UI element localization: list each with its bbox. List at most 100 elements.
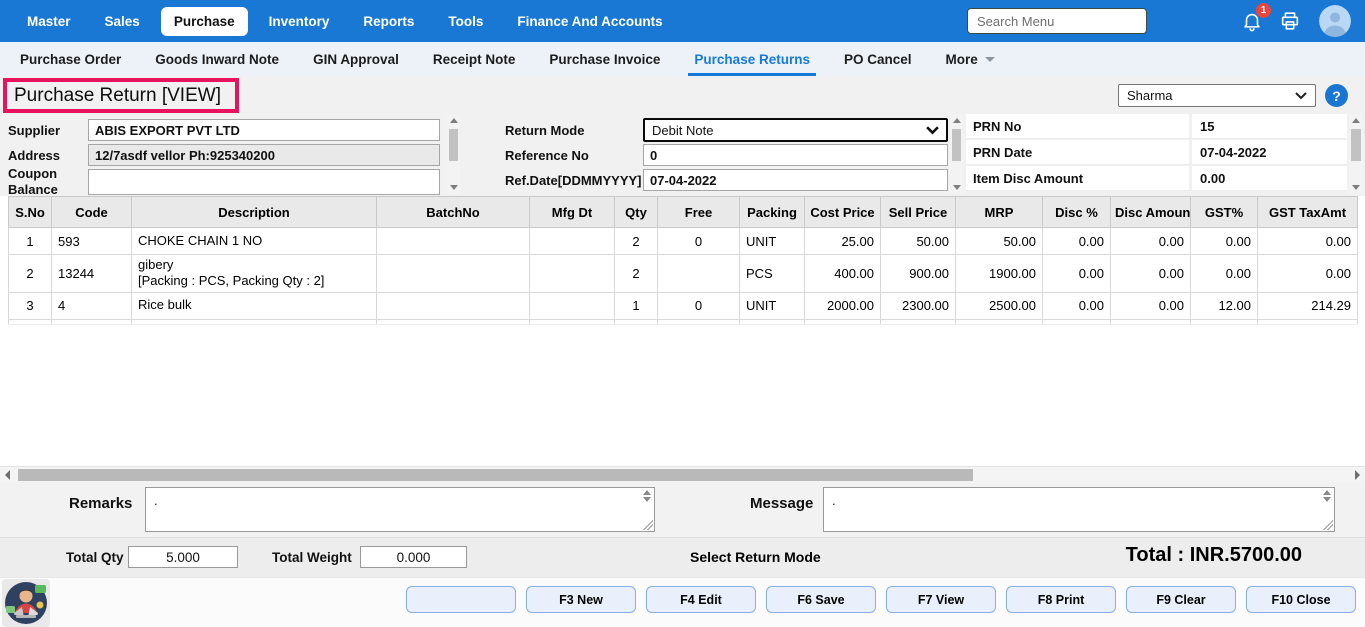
user-avatar[interactable] [1319, 5, 1351, 37]
cell-packing: UNIT [740, 292, 805, 319]
function-button[interactable]: F4 Edit [646, 586, 756, 613]
subnav-tab[interactable]: Goods Inward Note [155, 42, 279, 76]
cell-mfg-dt [530, 255, 615, 293]
message-textarea[interactable]: . [823, 487, 1335, 532]
purchase-subnav: Purchase Order Goods Inward Note GIN Appro… [0, 42, 1365, 76]
remarks-textarea[interactable]: . [145, 487, 655, 532]
spin-up-icon[interactable] [643, 490, 651, 495]
menu-item[interactable]: Inventory [256, 7, 343, 36]
help-button[interactable]: ? [1325, 84, 1348, 107]
function-button[interactable]: F6 Save [766, 586, 876, 613]
menu-item[interactable]: Master [14, 7, 84, 36]
col-sell-price: Sell Price [881, 197, 956, 228]
table-row[interactable]: 3 4 Rice bulk 1 0 UNIT 2000.00 2300.00 2… [9, 292, 1358, 319]
table-row[interactable]: 2 13244 gibery [Packing : PCS, Packing Q… [9, 255, 1358, 293]
scroll-right-icon[interactable] [1355, 470, 1360, 480]
subnav-tab-label: Receipt Note [433, 52, 516, 67]
notifications-button[interactable]: 1 [1241, 10, 1263, 32]
menu-item[interactable]: Tools [435, 7, 496, 36]
function-button[interactable]: F3 New [526, 586, 636, 613]
notes-section: Remarks . Message . [0, 482, 1365, 537]
person-icon [1319, 5, 1351, 37]
col-batchno: BatchNo [377, 197, 530, 228]
spin-down-icon[interactable] [643, 497, 651, 502]
subnav-tab[interactable]: GIN Approval [313, 42, 399, 76]
prn-date-value: 07-04-2022 [1192, 145, 1267, 160]
col-mfg-dt: Mfg Dt [530, 197, 615, 228]
horizontal-scrollbar [0, 466, 1365, 482]
support-chat-icon[interactable] [2, 579, 50, 627]
function-button[interactable]: F10 Close [1246, 586, 1356, 613]
cell-mrp: 1900.00 [956, 255, 1043, 293]
return-mode-select[interactable]: Debit Note [643, 118, 948, 142]
chevron-down-icon [926, 126, 939, 135]
function-button[interactable]: F8 Print [1006, 586, 1116, 613]
resize-grip[interactable] [643, 520, 653, 530]
subnav-tab-label: GIN Approval [313, 52, 399, 67]
spin-down-icon[interactable] [1323, 497, 1331, 502]
cell-qty: 2 [615, 255, 658, 293]
user-dropdown[interactable]: Sharma [1118, 84, 1316, 107]
col-packing: Packing [740, 197, 805, 228]
supplier-field[interactable]: ABIS EXPORT PVT LTD [88, 119, 440, 141]
scrollbar-thumb[interactable] [18, 469, 973, 481]
cell-disc-pct: 0.00 [1043, 255, 1111, 293]
menu-item[interactable]: Purchase [161, 7, 248, 36]
chevron-down-icon [1295, 92, 1307, 100]
col-free: Free [658, 197, 740, 228]
scroll-up-icon[interactable] [953, 118, 961, 123]
function-button[interactable]: F7 View [886, 586, 996, 613]
scroll-down-icon[interactable] [953, 185, 961, 190]
spinner-arrows [1323, 490, 1331, 502]
main-content: Purchase Return [VIEW] Sharma ? Supplier… [0, 76, 1365, 466]
function-button[interactable] [406, 586, 516, 613]
cell-gst-taxamt: 214.29 [1258, 292, 1358, 319]
printer-icon [1279, 10, 1301, 32]
cell-mrp: 50.00 [956, 228, 1043, 255]
cell-cost-price: 25.00 [805, 228, 881, 255]
menu-item[interactable]: Finance And Accounts [504, 7, 675, 36]
cell-gst-taxamt: 0.00 [1258, 255, 1358, 293]
scroll-down-icon[interactable] [450, 185, 458, 190]
spin-up-icon[interactable] [1323, 490, 1331, 495]
cell-batchno [377, 228, 530, 255]
cell-batchno [377, 255, 530, 293]
message-label: Message [750, 495, 813, 512]
menu-item[interactable]: Reports [350, 7, 427, 36]
subnav-tab[interactable]: Purchase Returns [694, 42, 810, 76]
coupon-balance-field[interactable] [88, 169, 440, 195]
print-button[interactable] [1279, 10, 1301, 32]
subnav-tab[interactable]: Purchase Invoice [549, 42, 660, 76]
search-input[interactable] [967, 8, 1147, 34]
cell-cost-price: 2000.00 [805, 292, 881, 319]
return-mode-value: Debit Note [652, 123, 713, 138]
reference-no-field[interactable]: 0 [643, 144, 948, 166]
subnav-tab[interactable]: Purchase Order [20, 42, 121, 76]
main-menu: Master Sales Purchase InventoryReports Tools… [0, 7, 676, 36]
resize-grip[interactable] [1323, 520, 1333, 530]
scroll-up-icon[interactable] [1352, 118, 1360, 123]
subnav-tab-label: Purchase Invoice [549, 52, 660, 67]
status-text: Select Return Mode [690, 549, 821, 565]
ref-date-field[interactable]: 07-04-2022 [643, 169, 948, 191]
items-table: S.No Code Description BatchNo Mfg Dt Qty… [8, 196, 1358, 325]
chevron-down-icon [985, 57, 995, 62]
coupon-balance-label: Coupon Balance [8, 166, 70, 196]
table-row[interactable]: 1 593 CHOKE CHAIN 1 NO 2 0 UNIT 25.00 50… [9, 228, 1358, 255]
empty-row-sliver [9, 319, 1358, 324]
cell-gst-taxamt: 0.00 [1258, 228, 1358, 255]
subnav-tab[interactable]: PO Cancel [844, 42, 912, 76]
scroll-left-icon[interactable] [5, 470, 10, 480]
scrollbar-thumb[interactable] [449, 129, 458, 161]
cell-cost-price: 400.00 [805, 255, 881, 293]
function-buttons: F3 New F4 Edit F6 Save F7 View F8 Print F9 Cl… [406, 586, 1356, 613]
function-button[interactable]: F9 Clear [1126, 586, 1236, 613]
subnav-tab[interactable]: Receipt Note [433, 42, 516, 76]
total-weight-label: Total Weight [272, 550, 352, 565]
scroll-up-icon[interactable] [450, 118, 458, 123]
subnav-tab[interactable]: More [946, 42, 995, 76]
scroll-down-icon[interactable] [1352, 185, 1360, 190]
scrollbar-thumb[interactable] [952, 129, 961, 161]
scrollbar-thumb[interactable] [1351, 129, 1361, 161]
menu-item[interactable]: Sales [92, 7, 153, 36]
